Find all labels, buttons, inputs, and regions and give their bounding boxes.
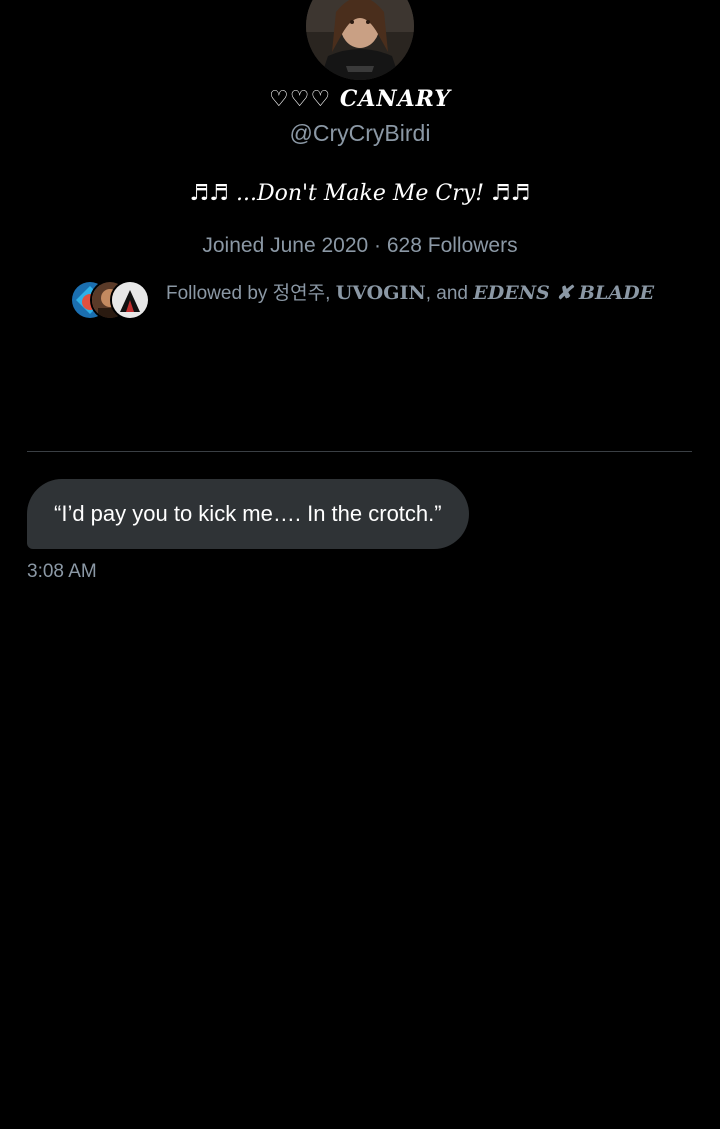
message-bubble[interactable]: “I’d pay you to kick me…. In the crotch.… [27,479,469,549]
followed-by-name-1: 정연주 [272,283,326,304]
joined-date: Joined June 2020 [202,234,369,257]
followed-by-text[interactable]: Followed by 정연주, UVOGIN, and EDENS ✘ BLA… [166,280,654,307]
meta-separator: · [374,234,382,257]
followed-by-prefix: Followed by [166,283,273,304]
followed-by-sep-2: , and [425,283,474,304]
section-divider [27,451,692,452]
followed-by-sep-1: , [325,283,336,304]
followed-by-row[interactable]: Followed by 정연주, UVOGIN, and EDENS ✘ BLA… [70,278,690,322]
message-text: “I’d pay you to kick me…. In the crotch.… [54,501,442,526]
follower-avatar-3 [110,280,150,320]
followed-by-name-2: UVOGIN [335,282,426,304]
profile-avatar[interactable] [306,0,414,80]
profile-meta: Joined June 2020 · 628 Followers [0,231,720,261]
profile-display-name: ♡♡♡ CANARY [269,86,451,112]
followers-count[interactable]: 628 Followers [387,234,518,257]
message-timestamp: 3:08 AM [27,561,97,582]
followed-by-name-3: EDENS ✘ BLADE [473,282,655,304]
profile-handle[interactable]: @CryCryBirdi [0,118,720,148]
profile-bio: ♬♬ ...Don't Make Me Cry! ♬♬ [189,181,531,206]
followed-by-avatars [70,280,150,320]
